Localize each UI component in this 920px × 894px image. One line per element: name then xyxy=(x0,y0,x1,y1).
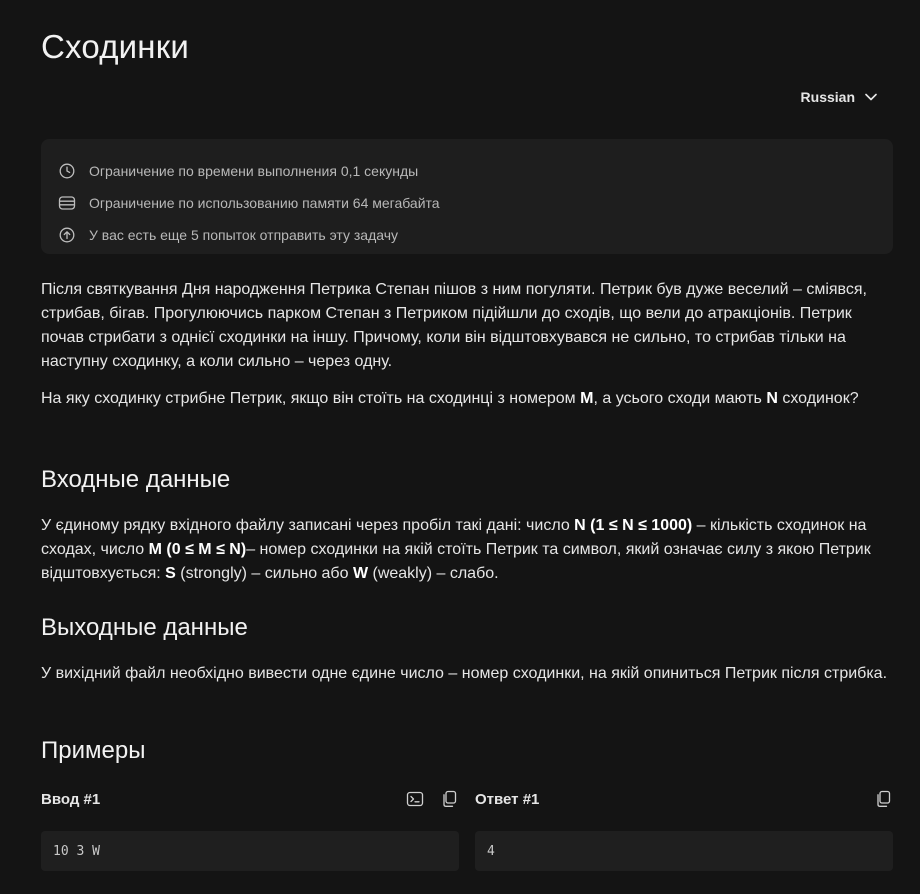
time-limit-text: Ограничение по времени выполнения 0,1 се… xyxy=(89,163,419,179)
output-description: У вихідний файл необхідно вивести одне є… xyxy=(41,665,888,682)
attempts-row: У вас есть еще 5 попыток отправить эту з… xyxy=(58,219,893,251)
statement-paragraph-1: Після святкування Дня народження Петрика… xyxy=(41,281,867,370)
chevron-down-icon xyxy=(865,93,877,101)
memory-icon xyxy=(58,194,76,212)
input-description: У єдиному рядку вхідного файлу записані … xyxy=(41,517,871,582)
problem-statement: Після святкування Дня народження Петрика… xyxy=(41,278,893,424)
language-selector[interactable]: Russian xyxy=(801,89,877,105)
upload-icon xyxy=(58,226,76,244)
example-input-label: Ввод #1 xyxy=(41,790,101,808)
statement-paragraph-2: На яку сходинку стрибне Петрик, якщо він… xyxy=(41,390,859,407)
memory-limit-row: Ограничение по использованию памяти 64 м… xyxy=(58,187,893,219)
copy-icon[interactable] xyxy=(439,789,459,809)
example-input: Ввод #1 10 3 W xyxy=(41,786,459,871)
input-heading: Входные данные xyxy=(41,466,231,493)
example-output-label: Ответ #1 xyxy=(475,790,540,808)
example-input-box[interactable]: 10 3 W xyxy=(41,831,459,871)
examples-heading: Примеры xyxy=(41,737,146,764)
limits-panel: Ограничение по времени выполнения 0,1 се… xyxy=(41,139,893,254)
memory-limit-text: Ограничение по использованию памяти 64 м… xyxy=(89,195,440,211)
attempts-text: У вас есть еще 5 попыток отправить эту з… xyxy=(89,227,399,243)
page-title: Сходинки xyxy=(41,28,189,65)
time-limit-row: Ограничение по времени выполнения 0,1 се… xyxy=(58,155,893,187)
output-heading: Выходные данные xyxy=(41,614,248,641)
terminal-icon[interactable] xyxy=(405,789,425,809)
example-output: Ответ #1 4 xyxy=(475,786,893,871)
language-label: Russian xyxy=(800,89,855,105)
example-output-box[interactable]: 4 xyxy=(475,831,893,871)
copy-icon[interactable] xyxy=(873,789,893,809)
clock-icon xyxy=(58,162,76,180)
